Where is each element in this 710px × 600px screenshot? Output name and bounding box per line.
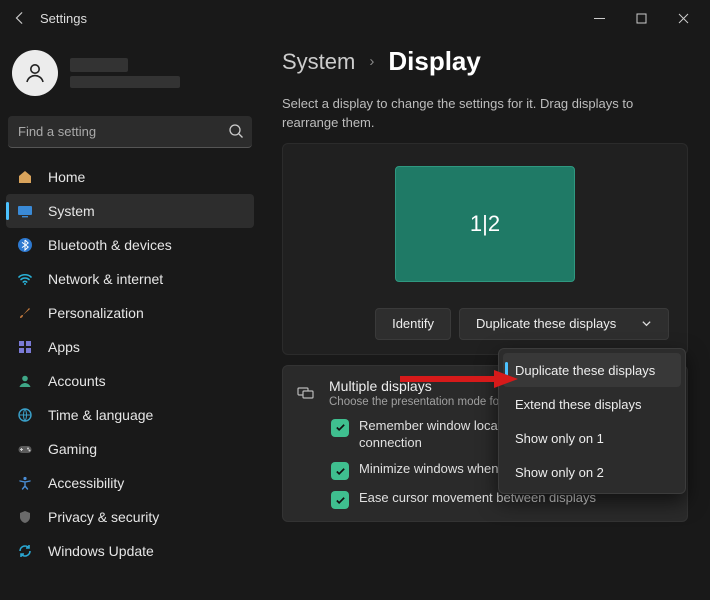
profile-text [70, 58, 180, 88]
layout: Home System Bluetooth & devices Network … [0, 36, 710, 600]
arrow-left-icon [13, 11, 27, 25]
identify-button[interactable]: Identify [375, 308, 451, 340]
menu-item-label: Duplicate these displays [515, 363, 655, 378]
menu-item-label: Show only on 1 [515, 431, 604, 446]
sidebar-item-gaming[interactable]: Gaming [6, 432, 254, 466]
monitor-tile[interactable]: 1|2 [395, 166, 575, 282]
sidebar-item-label: Accounts [48, 373, 106, 389]
search-input[interactable] [8, 116, 252, 148]
home-icon [16, 168, 34, 186]
globe-icon [16, 406, 34, 424]
system-icon [16, 202, 34, 220]
nav: Home System Bluetooth & devices Network … [6, 160, 254, 568]
display-mode-dropdown[interactable]: Duplicate these displays [459, 308, 669, 340]
search-wrap [8, 116, 252, 148]
back-button[interactable] [6, 4, 34, 32]
sidebar-item-label: Personalization [48, 305, 144, 321]
breadcrumb-parent[interactable]: System [282, 49, 355, 75]
sidebar-item-label: Accessibility [48, 475, 124, 491]
menu-item-extend[interactable]: Extend these displays [503, 387, 681, 421]
bluetooth-icon [16, 236, 34, 254]
sidebar-item-home[interactable]: Home [6, 160, 254, 194]
sidebar-item-bluetooth[interactable]: Bluetooth & devices [6, 228, 254, 262]
apps-icon [16, 338, 34, 356]
sidebar-item-apps[interactable]: Apps [6, 330, 254, 364]
accounts-icon [16, 372, 34, 390]
identify-row: Identify Duplicate these displays [301, 308, 669, 340]
gaming-icon [16, 440, 34, 458]
menu-item-show-2[interactable]: Show only on 2 [503, 455, 681, 489]
identify-label: Identify [392, 316, 434, 331]
sidebar-item-label: Network & internet [48, 271, 163, 287]
minimize-icon [594, 13, 605, 24]
menu-item-label: Show only on 2 [515, 465, 604, 480]
sidebar-item-personalization[interactable]: Personalization [6, 296, 254, 330]
sidebar: Home System Bluetooth & devices Network … [0, 36, 260, 600]
dropdown-value: Duplicate these displays [476, 316, 616, 331]
checkbox-checked-icon [331, 491, 349, 509]
menu-item-label: Extend these displays [515, 397, 641, 412]
search-icon [228, 123, 244, 139]
chevron-right-icon: › [369, 53, 374, 70]
shield-icon [16, 508, 34, 526]
sidebar-item-update[interactable]: Windows Update [6, 534, 254, 568]
sidebar-item-privacy[interactable]: Privacy & security [6, 500, 254, 534]
sidebar-item-label: Gaming [48, 441, 97, 457]
accessibility-icon [16, 474, 34, 492]
display-arrangement-card: 1|2 Identify Duplicate these displays [282, 143, 688, 355]
sidebar-item-label: Windows Update [48, 543, 154, 559]
wifi-icon [16, 270, 34, 288]
profile-name-redacted [70, 58, 128, 72]
page-description: Select a display to change the settings … [282, 95, 688, 133]
sidebar-item-system[interactable]: System [6, 194, 254, 228]
minimize-button[interactable] [578, 4, 620, 32]
sidebar-item-accounts[interactable]: Accounts [6, 364, 254, 398]
sidebar-item-network[interactable]: Network & internet [6, 262, 254, 296]
window-title: Settings [40, 11, 87, 26]
chevron-down-icon [641, 318, 652, 329]
sidebar-item-label: Home [48, 169, 85, 185]
person-icon [23, 61, 47, 85]
avatar [12, 50, 58, 96]
display-mode-menu: Duplicate these displays Extend these di… [498, 348, 686, 494]
maximize-button[interactable] [620, 4, 662, 32]
checkbox-checked-icon [331, 462, 349, 480]
profile-email-redacted [70, 76, 180, 88]
breadcrumb: System › Display [282, 46, 688, 77]
menu-item-show-1[interactable]: Show only on 1 [503, 421, 681, 455]
window-controls [578, 4, 704, 32]
sidebar-item-label: Privacy & security [48, 509, 159, 525]
sidebar-item-time[interactable]: Time & language [6, 398, 254, 432]
sidebar-item-accessibility[interactable]: Accessibility [6, 466, 254, 500]
checkbox-checked-icon [331, 419, 349, 437]
update-icon [16, 542, 34, 560]
monitor-label: 1|2 [470, 211, 500, 237]
menu-item-duplicate[interactable]: Duplicate these displays [503, 353, 681, 387]
sidebar-item-label: System [48, 203, 95, 219]
sidebar-item-label: Apps [48, 339, 80, 355]
sidebar-item-label: Time & language [48, 407, 153, 423]
multi-display-icon [297, 384, 315, 402]
close-icon [678, 13, 689, 24]
close-button[interactable] [662, 4, 704, 32]
main: System › Display Select a display to cha… [260, 36, 710, 600]
sidebar-item-label: Bluetooth & devices [48, 237, 172, 253]
maximize-icon [636, 13, 647, 24]
profile-block[interactable] [6, 38, 254, 112]
brush-icon [16, 304, 34, 322]
breadcrumb-current: Display [388, 46, 481, 77]
titlebar: Settings [0, 0, 710, 36]
